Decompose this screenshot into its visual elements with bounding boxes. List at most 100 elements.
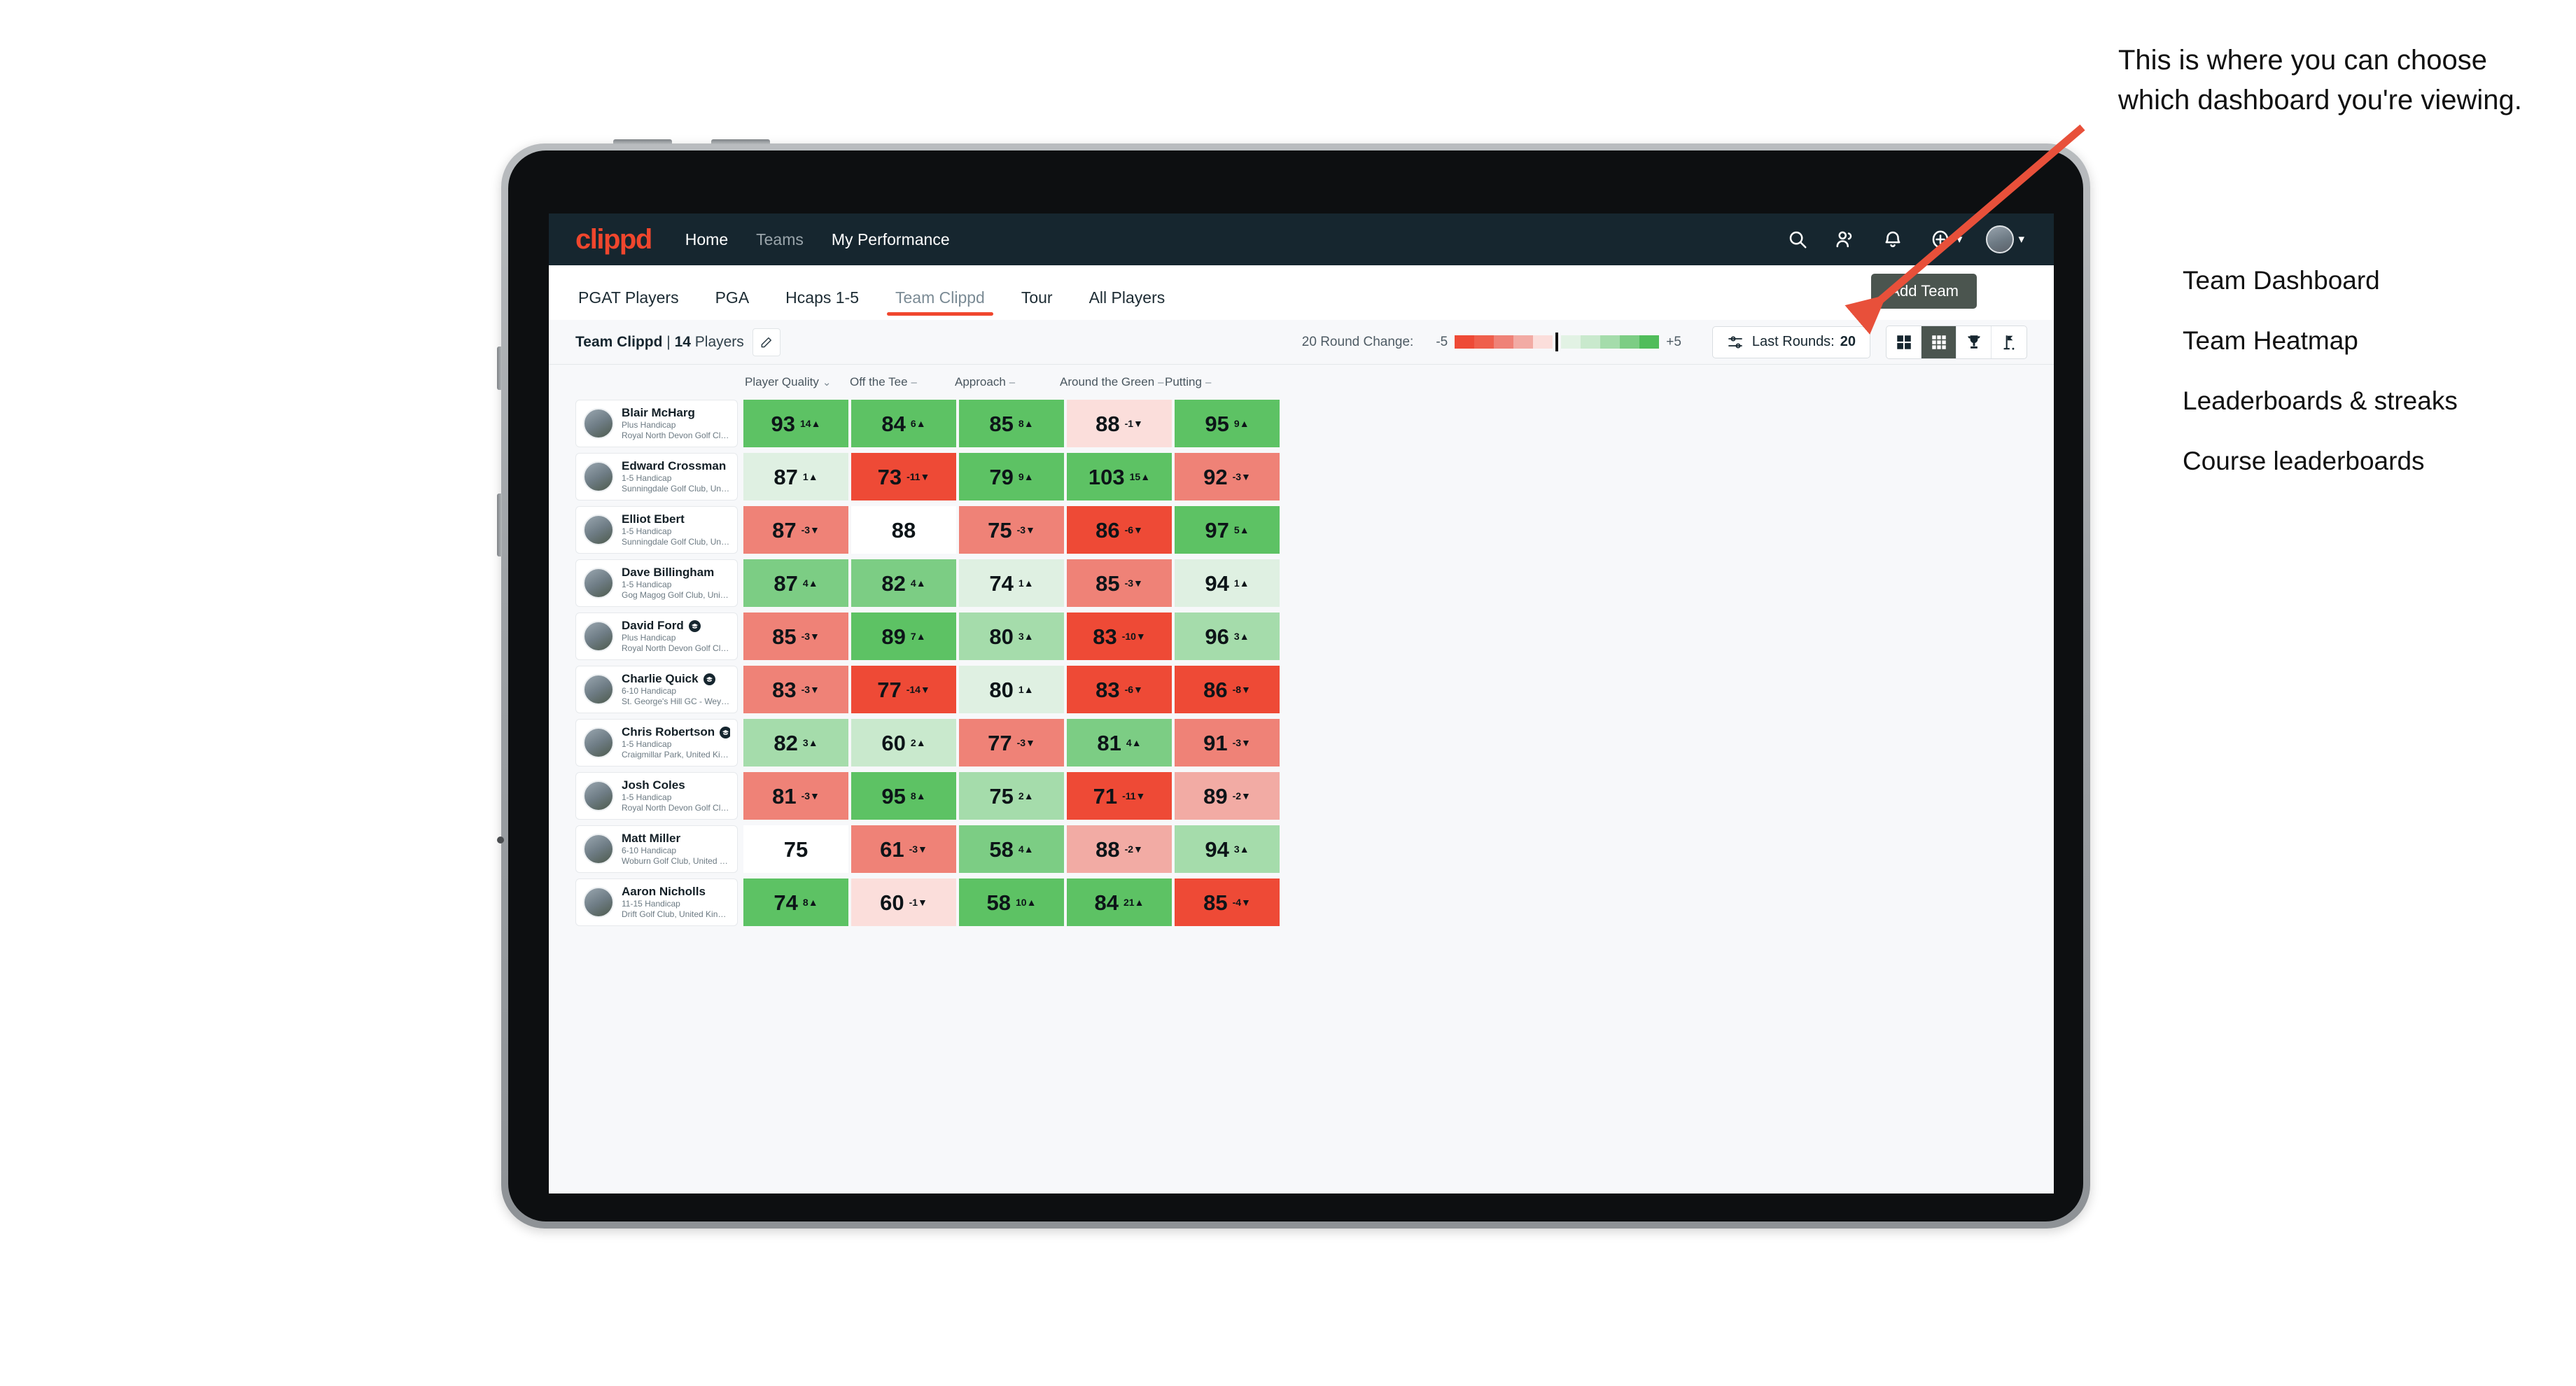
metric-cell[interactable]: 86 -8▼ — [1175, 666, 1280, 713]
metric-cell[interactable]: 87 4▲ — [743, 559, 848, 607]
metric-cell[interactable]: 81 4▲ — [1067, 719, 1172, 766]
player-card[interactable]: Matt Miller 6-10 Handicap Woburn Golf Club… — [575, 825, 738, 873]
metric-cell[interactable]: 91 -3▼ — [1175, 719, 1280, 766]
metric-cell[interactable]: 85 -4▼ — [1175, 878, 1280, 926]
search-icon[interactable] — [1786, 227, 1809, 251]
metric-cell[interactable]: 85 8▲ — [959, 400, 1064, 447]
metric-cell[interactable]: 80 3▲ — [959, 612, 1064, 660]
player-card[interactable]: Dave Billingham 1-5 Handicap Gog Magog Gol… — [575, 559, 738, 607]
metric-cell[interactable]: 88 — [851, 506, 956, 554]
column-header-approach[interactable]: Approach – — [953, 375, 1058, 389]
metric-cell[interactable]: 75 2▲ — [959, 772, 1064, 820]
metric-cell[interactable]: 60 2▲ — [851, 719, 956, 766]
people-icon[interactable] — [1833, 227, 1857, 251]
metric-cell[interactable]: 94 1▲ — [1175, 559, 1280, 607]
clippd-logo[interactable]: clippd — [575, 224, 652, 255]
metric-cell[interactable]: 96 3▲ — [1175, 612, 1280, 660]
metric-cell[interactable]: 82 3▲ — [743, 719, 848, 766]
player-card[interactable]: Chris Robertson 1-5 Handicap Craigmillar P… — [575, 719, 738, 766]
table-row[interactable]: Edward Crossman 1-5 Handicap Sunningdale G… — [575, 453, 2027, 500]
avatar[interactable] — [1986, 225, 2015, 253]
table-row[interactable]: Charlie Quick 6-10 Handicap St. George's H… — [575, 666, 2027, 713]
metric-cell[interactable]: 75 -3▼ — [959, 506, 1064, 554]
add-team-button[interactable]: Add Team — [1871, 274, 1977, 309]
trophy-icon[interactable] — [1956, 326, 1991, 358]
table-row[interactable]: Dave Billingham 1-5 Handicap Gog Magog Gol… — [575, 559, 2027, 607]
metric-cell[interactable]: 74 1▲ — [959, 559, 1064, 607]
table-row[interactable]: Chris Robertson 1-5 Handicap Craigmillar P… — [575, 719, 2027, 766]
metric-cell[interactable]: 84 6▲ — [851, 400, 956, 447]
table-row[interactable]: David Ford Plus Handicap Royal North Devon… — [575, 612, 2027, 660]
metric-cell[interactable]: 79 9▲ — [959, 453, 1064, 500]
metric-cell[interactable]: 75 — [743, 825, 848, 873]
metric-cell[interactable]: 94 3▲ — [1175, 825, 1280, 873]
plus-circle-icon[interactable] — [1928, 227, 1952, 251]
player-card[interactable]: Charlie Quick 6-10 Handicap St. George's H… — [575, 666, 738, 713]
metric-cell[interactable]: 97 5▲ — [1175, 506, 1280, 554]
metric-cell[interactable]: 95 9▲ — [1175, 400, 1280, 447]
player-card[interactable]: Elliot Ebert 1-5 Handicap Sunningdale Golf… — [575, 506, 738, 554]
metric-cell[interactable]: 92 -3▼ — [1175, 453, 1280, 500]
metric-cell[interactable]: 83 -6▼ — [1067, 666, 1172, 713]
metric-cell[interactable]: 89 7▲ — [851, 612, 956, 660]
table-row[interactable]: Blair McHarg Plus Handicap Royal North Dev… — [575, 400, 2027, 447]
metric-cell[interactable]: 87 -3▼ — [743, 506, 848, 554]
tab-hcaps-1-5[interactable]: Hcaps 1-5 — [783, 288, 862, 320]
metric-cell[interactable]: 85 -3▼ — [1067, 559, 1172, 607]
column-header-player-quality[interactable]: Player Quality ⌄ — [743, 375, 848, 389]
metric-cell[interactable]: 77 -14▼ — [851, 666, 956, 713]
metric-cell[interactable]: 74 8▲ — [743, 878, 848, 926]
table-row[interactable]: Elliot Ebert 1-5 Handicap Sunningdale Golf… — [575, 506, 2027, 554]
metric-cell[interactable]: 71 -11▼ — [1067, 772, 1172, 820]
tab-tour[interactable]: Tour — [1018, 288, 1056, 320]
edit-pencil-icon[interactable] — [752, 328, 780, 356]
tab-all-players[interactable]: All Players — [1086, 288, 1168, 320]
column-header-around-the-green[interactable]: Around the Green – — [1058, 375, 1164, 389]
metric-cell[interactable]: 58 4▲ — [959, 825, 1064, 873]
tab-team-clippd[interactable]: Team Clippd — [887, 288, 993, 320]
plus-chevron-down-icon[interactable]: ▾ — [1956, 232, 1963, 246]
player-card[interactable]: David Ford Plus Handicap Royal North Devon… — [575, 612, 738, 660]
metric-cell[interactable]: 83 -10▼ — [1067, 612, 1172, 660]
metric-cell[interactable]: 95 8▲ — [851, 772, 956, 820]
view-toggle-group[interactable] — [1886, 325, 2027, 359]
tab-pga[interactable]: PGA — [713, 288, 752, 320]
metric-cell[interactable]: 61 -3▼ — [851, 825, 956, 873]
column-header-putting[interactable]: Putting – — [1163, 375, 1268, 389]
metric-cell[interactable]: 88 -2▼ — [1067, 825, 1172, 873]
avatar-chevron-down-icon[interactable]: ▾ — [2018, 232, 2024, 246]
metric-cell[interactable]: 84 21▲ — [1067, 878, 1172, 926]
metric-cell[interactable]: 103 15▲ — [1067, 453, 1172, 500]
metric-cell[interactable]: 86 -6▼ — [1067, 506, 1172, 554]
column-header-off-the-tee[interactable]: Off the Tee – — [848, 375, 953, 389]
player-card[interactable]: Aaron Nicholls 11-15 Handicap Drift Golf C… — [575, 878, 738, 926]
metric-cell[interactable]: 89 -2▼ — [1175, 772, 1280, 820]
player-card[interactable]: Josh Coles 1-5 Handicap Royal North Devon … — [575, 772, 738, 820]
golf-flag-icon[interactable] — [1991, 326, 2026, 358]
nav-link-home[interactable]: Home — [685, 230, 728, 249]
metric-cell[interactable]: 88 -1▼ — [1067, 400, 1172, 447]
metric-cell[interactable]: 87 1▲ — [743, 453, 848, 500]
player-card[interactable]: Blair McHarg Plus Handicap Royal North Dev… — [575, 400, 738, 447]
tab-pgat-players[interactable]: PGAT Players — [575, 288, 682, 320]
nav-link-teams[interactable]: Teams — [756, 230, 804, 249]
metric-cell[interactable]: 77 -3▼ — [959, 719, 1064, 766]
metric-cell[interactable]: 60 -1▼ — [851, 878, 956, 926]
nav-link-my-performance[interactable]: My Performance — [832, 230, 950, 249]
metric-cell[interactable]: 82 4▲ — [851, 559, 956, 607]
last-rounds-filter-button[interactable]: Last Rounds: 20 — [1712, 326, 1870, 358]
table-row[interactable]: Aaron Nicholls 11-15 Handicap Drift Golf C… — [575, 878, 2027, 926]
metric-cell[interactable]: 83 -3▼ — [743, 666, 848, 713]
table-row[interactable]: Matt Miller 6-10 Handicap Woburn Golf Club… — [575, 825, 2027, 873]
metric-cell[interactable]: 73 -11▼ — [851, 453, 956, 500]
metric-cell[interactable]: 58 10▲ — [959, 878, 1064, 926]
bell-icon[interactable] — [1881, 227, 1905, 251]
metric-cell[interactable]: 81 -3▼ — [743, 772, 848, 820]
grid-3x3-icon[interactable] — [1921, 326, 1956, 358]
grid-2x2-icon[interactable] — [1886, 326, 1921, 358]
table-row[interactable]: Josh Coles 1-5 Handicap Royal North Devon … — [575, 772, 2027, 820]
metric-cell[interactable]: 85 -3▼ — [743, 612, 848, 660]
metric-cell[interactable]: 93 14▲ — [743, 400, 848, 447]
metric-cell[interactable]: 80 1▲ — [959, 666, 1064, 713]
player-card[interactable]: Edward Crossman 1-5 Handicap Sunningdale G… — [575, 453, 738, 500]
